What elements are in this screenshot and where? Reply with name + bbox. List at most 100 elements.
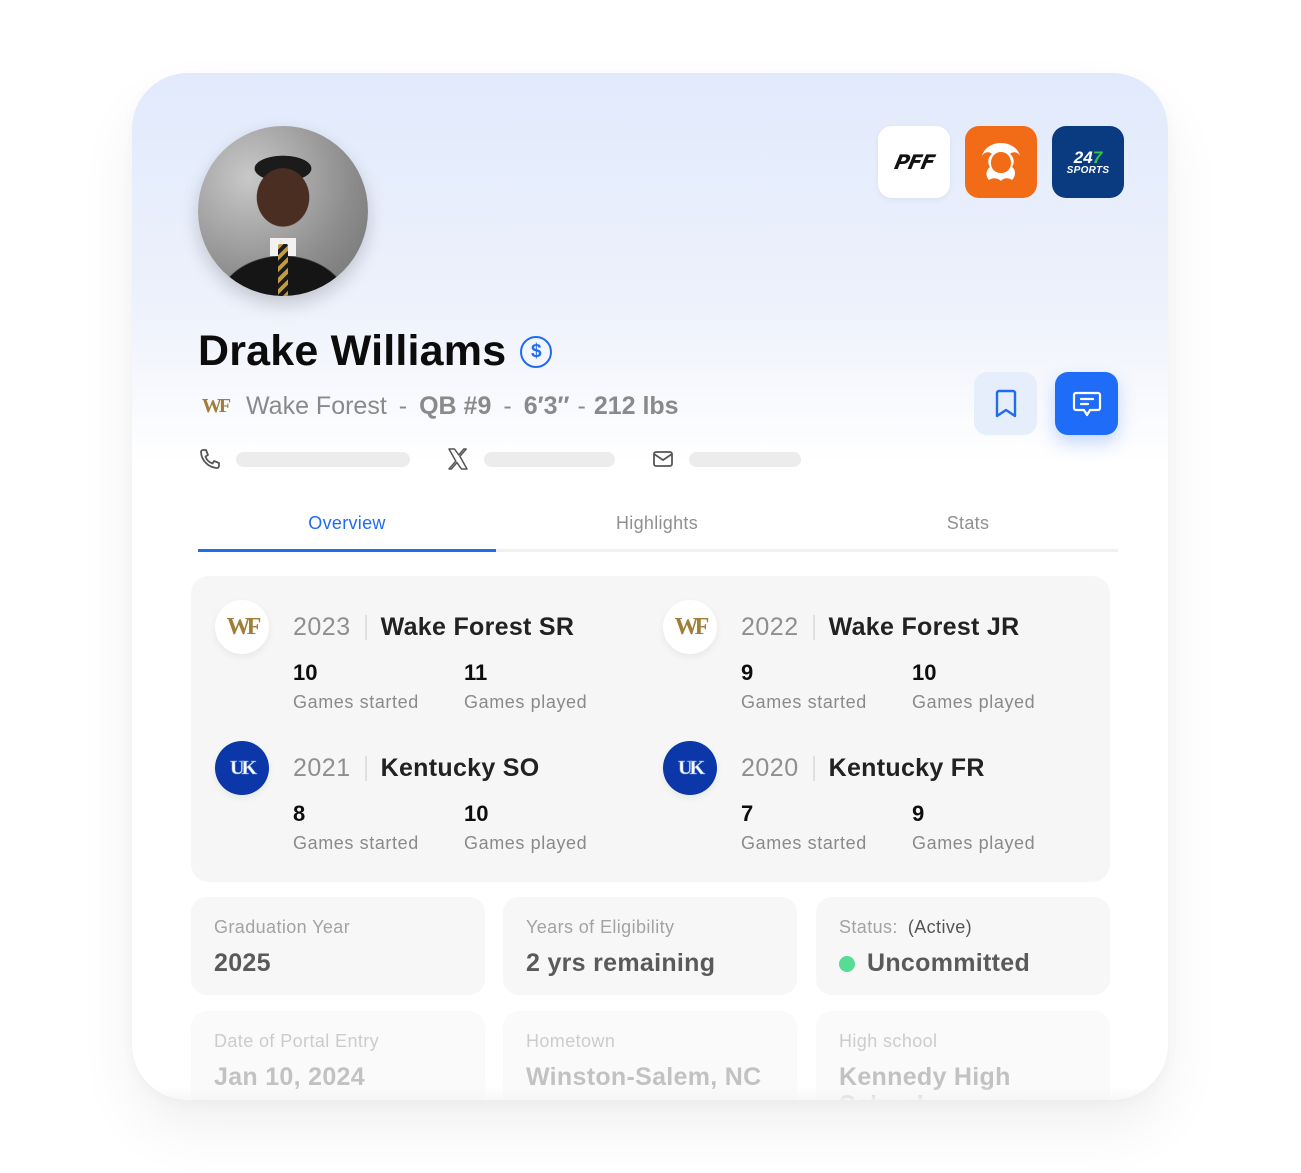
- pff-logo-button[interactable]: PFF: [878, 126, 950, 198]
- player-school: Wake Forest: [246, 391, 387, 420]
- player-height: 6′3″: [523, 391, 570, 420]
- games-played-value: 11: [464, 660, 488, 685]
- source-logos: PFF 247 SPORTS: [878, 126, 1124, 198]
- name-row: Drake Williams $: [198, 327, 553, 376]
- dollar-circle-icon[interactable]: $: [520, 335, 553, 368]
- games-played-label: Games played: [912, 692, 1036, 712]
- kentucky-logo-icon: UK: [663, 741, 717, 795]
- avatar-tie: [278, 244, 288, 296]
- status-label: Status:: [839, 917, 898, 937]
- bookmark-icon: [995, 389, 1016, 417]
- season-item: WF 2022 Wake Forest JR 9 Games started 1…: [663, 600, 1063, 730]
- pff-logo-text: PFF: [891, 150, 937, 174]
- status-dot-icon: [839, 955, 855, 972]
- games-played-value: 10: [912, 660, 937, 685]
- games-played-label: Games played: [912, 833, 1036, 853]
- status-active-note: (Active): [907, 917, 973, 937]
- message-button[interactable]: [1055, 372, 1118, 435]
- high-school-label: High school: [839, 1031, 938, 1051]
- season-divider: [812, 755, 815, 781]
- games-played-label: Games played: [464, 692, 588, 712]
- wake-forest-logo-icon: WF: [663, 600, 717, 654]
- season-header: 2023 Wake Forest SR: [293, 610, 574, 644]
- status-value: Uncommitted: [867, 949, 1031, 977]
- tab-highlights[interactable]: Highlights: [496, 498, 818, 549]
- games-played-value: 9: [912, 801, 925, 826]
- graduation-year-label: Graduation Year: [214, 917, 351, 937]
- season-header: 2022 Wake Forest JR: [741, 610, 1019, 644]
- games-played-stat: 10 Games played: [912, 658, 1035, 713]
- season-item: WF 2023 Wake Forest SR 10 Games started …: [215, 600, 615, 730]
- eligibility-value: 2 yrs remaining: [526, 949, 716, 977]
- status-label-row: Status: (Active): [839, 917, 972, 938]
- season-team: Kentucky FR: [828, 753, 985, 782]
- games-started-value: 7: [741, 801, 754, 826]
- player-avatar: [198, 126, 368, 296]
- bottom-fade: [132, 1086, 1168, 1100]
- player-profile-card: PFF 247 SPORTS Drake Williams $ WF Wake …: [132, 73, 1168, 1100]
- action-buttons: [974, 372, 1118, 435]
- games-started-label: Games started: [293, 692, 419, 712]
- separator: -: [503, 391, 512, 420]
- games-started-label: Games started: [741, 692, 867, 712]
- player-info-row: WF Wake Forest - QB #9 - 6′3″ - 212 lbs: [198, 389, 679, 423]
- games-started-label: Games started: [293, 833, 419, 853]
- on3-logo-button[interactable]: [965, 126, 1037, 198]
- games-played-stat: 9 Games played: [912, 799, 1035, 854]
- tab-stats[interactable]: Stats: [818, 498, 1118, 549]
- tab-overview[interactable]: Overview: [198, 498, 496, 552]
- x-twitter-icon: [446, 447, 470, 471]
- games-played-value: 10: [464, 801, 489, 826]
- season-item: UK 2021 Kentucky SO 8 Games started 10 G…: [215, 741, 615, 871]
- season-team: Kentucky SO: [380, 753, 540, 782]
- separator: -: [398, 391, 408, 420]
- season-team: Wake Forest JR: [828, 612, 1020, 641]
- portal-entry-label: Date of Portal Entry: [214, 1031, 380, 1051]
- games-played-label: Games played: [464, 833, 588, 853]
- season-header: 2020 Kentucky FR: [741, 751, 985, 785]
- eligibility-card: Years of Eligibility 2 yrs remaining: [503, 897, 797, 995]
- bookmark-button[interactable]: [974, 372, 1037, 435]
- season-divider: [364, 614, 367, 640]
- 247sports-logo-button[interactable]: 247 SPORTS: [1052, 126, 1124, 198]
- 247-number: 247: [1073, 147, 1103, 167]
- profile-tabs: Overview Highlights Stats: [198, 498, 1118, 552]
- separator: -: [577, 391, 586, 420]
- games-started-value: 9: [741, 660, 754, 685]
- 247-sports-text: SPORTS: [1066, 164, 1110, 176]
- season-divider: [364, 755, 367, 781]
- season-year: 2021: [293, 753, 351, 782]
- games-started-stat: 9 Games started: [741, 658, 867, 713]
- wake-forest-logo-icon: WF: [201, 394, 231, 417]
- season-item: UK 2020 Kentucky FR 7 Games started 9 Ga…: [663, 741, 1063, 871]
- hometown-label: Hometown: [526, 1031, 616, 1051]
- season-team: Wake Forest SR: [380, 612, 575, 641]
- player-name: Drake Williams: [198, 327, 507, 375]
- status-card: Status: (Active) Uncommitted: [816, 897, 1110, 995]
- contact-row: [198, 444, 801, 474]
- message-icon: [1072, 391, 1101, 416]
- season-divider: [812, 614, 815, 640]
- player-weight: 212 lbs: [593, 391, 679, 420]
- games-started-label: Games started: [741, 833, 867, 853]
- phone-icon: [198, 447, 222, 471]
- player-position: QB #9: [419, 391, 492, 420]
- status-value-row: Uncommitted: [839, 949, 1030, 978]
- season-year: 2023: [293, 612, 351, 641]
- games-played-stat: 11 Games played: [464, 658, 587, 713]
- games-started-stat: 7 Games started: [741, 799, 867, 854]
- season-history: WF 2023 Wake Forest SR 10 Games started …: [191, 576, 1110, 882]
- email-value-placeholder[interactable]: [689, 451, 801, 467]
- phone-value-placeholder[interactable]: [236, 451, 410, 467]
- mail-icon: [651, 447, 675, 471]
- kentucky-logo-icon: UK: [215, 741, 269, 795]
- eligibility-label: Years of Eligibility: [526, 917, 675, 937]
- games-started-stat: 10 Games started: [293, 658, 419, 713]
- games-started-value: 8: [293, 801, 306, 826]
- season-year: 2020: [741, 753, 799, 782]
- games-started-stat: 8 Games started: [293, 799, 419, 854]
- wake-forest-logo-icon: WF: [215, 600, 269, 654]
- x-handle-placeholder[interactable]: [484, 451, 615, 467]
- games-started-value: 10: [293, 660, 318, 685]
- season-header: 2021 Kentucky SO: [293, 751, 540, 785]
